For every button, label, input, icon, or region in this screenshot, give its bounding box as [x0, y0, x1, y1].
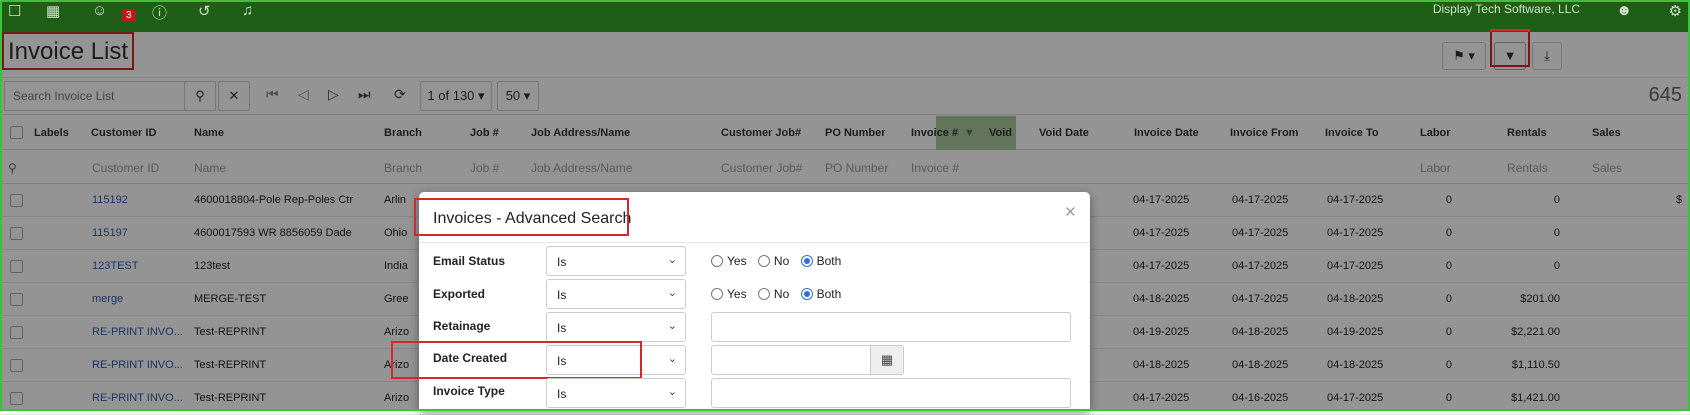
exported-operator[interactable]: Is ⌄	[546, 279, 686, 309]
bell-icon[interactable]: ♫	[242, 2, 253, 19]
invoice-type-input[interactable]	[711, 378, 1071, 408]
exported-radios: Yes No Both	[711, 287, 849, 301]
notification-badge: 3	[122, 9, 136, 22]
radio-label-yes: Yes	[727, 287, 747, 301]
invoice-type-label: Invoice Type	[433, 384, 505, 398]
calendar-icon: ▦	[880, 352, 894, 367]
chevron-down-icon: ⌄	[667, 386, 677, 398]
modal-divider	[419, 242, 1090, 243]
date-created-input[interactable]	[711, 345, 871, 375]
exported-yes-radio[interactable]	[711, 288, 723, 300]
exported-no-radio[interactable]	[757, 288, 770, 300]
chevron-down-icon: ⌄	[667, 353, 677, 365]
top-nav-bar: ☐ ▦ ☺ 3 ⓘ ↺ ♫ Display Tech Software, LLC…	[0, 0, 1690, 32]
email-status-operator-value: Is	[557, 255, 567, 269]
exported-operator-value: Is	[557, 288, 567, 302]
support-icon[interactable]: ☺	[92, 2, 107, 19]
email-status-both-radio[interactable]	[800, 255, 813, 267]
chevron-down-icon: ⌄	[667, 320, 677, 332]
invoice-type-operator[interactable]: Is ⌄	[546, 378, 686, 408]
inbox-icon[interactable]: ☐	[8, 2, 21, 20]
info-icon[interactable]: ⓘ	[152, 2, 167, 23]
calendar-button[interactable]: ▦	[870, 345, 904, 375]
retainage-input[interactable]	[711, 312, 1071, 342]
chevron-down-icon: ⌄	[667, 287, 677, 299]
radio-label-both: Both	[816, 287, 842, 301]
close-icon[interactable]: ×	[1065, 202, 1076, 224]
email-status-no-radio[interactable]	[757, 255, 770, 267]
email-status-yes-radio[interactable]	[711, 255, 723, 267]
exported-both-radio[interactable]	[800, 288, 813, 300]
calendar-icon[interactable]: ▦	[46, 2, 60, 20]
retainage-operator[interactable]: Is ⌄	[546, 312, 686, 342]
company-name[interactable]: Display Tech Software, LLC	[1433, 2, 1580, 16]
modal-title-highlight	[414, 198, 629, 236]
advanced-search-modal: Invoices - Advanced Search × Email Statu…	[391, 192, 1090, 411]
exported-label: Exported	[433, 287, 486, 301]
chevron-down-icon: ⌄	[667, 254, 677, 266]
retainage-label: Retainage	[433, 319, 491, 333]
history-icon[interactable]: ↺	[198, 2, 211, 20]
invoice-type-operator-value: Is	[557, 387, 567, 401]
settings-icon[interactable]: ⚙	[1669, 2, 1682, 20]
radio-label-no: No	[773, 254, 790, 268]
radio-label-no: No	[773, 287, 790, 301]
email-status-label: Email Status	[433, 254, 506, 268]
radio-label-yes: Yes	[727, 254, 747, 268]
user-icon[interactable]: ☻	[1616, 2, 1632, 19]
radio-label-both: Both	[816, 254, 842, 268]
email-status-operator[interactable]: Is ⌄	[546, 246, 686, 276]
retainage-operator-value: Is	[557, 321, 567, 335]
email-status-radios: Yes No Both	[711, 254, 849, 268]
date-created-highlight	[391, 341, 642, 379]
